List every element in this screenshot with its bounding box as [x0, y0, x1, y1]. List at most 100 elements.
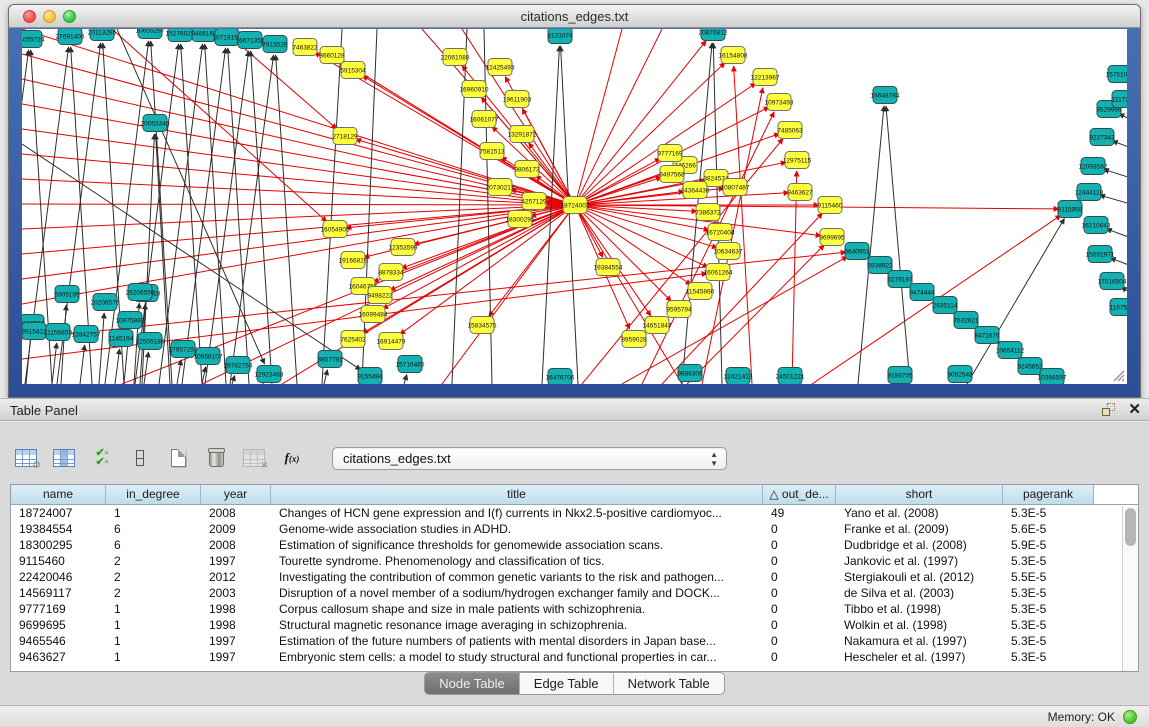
- citation-edge-black[interactable]: [967, 218, 1064, 384]
- table-row[interactable]: 1456911722003Disruption of a novel membe…: [11, 585, 1138, 601]
- graph-node[interactable]: 16099484: [359, 306, 388, 323]
- citation-edge-black[interactable]: [561, 46, 578, 384]
- cell-in-degree[interactable]: 2: [106, 569, 201, 585]
- citation-edge-black[interactable]: [26, 334, 31, 384]
- graph-node[interactable]: 9463627: [787, 184, 813, 201]
- graph-node[interactable]: 7815526: [262, 36, 288, 53]
- tab-node-table[interactable]: Node Table: [425, 673, 520, 694]
- graph-node[interactable]: 9497568: [659, 166, 685, 183]
- graph-node[interactable]: 2935114: [933, 297, 958, 314]
- graph-node[interactable]: 17016504: [1098, 273, 1127, 290]
- cell-short[interactable]: Wolkin et al. (1998): [836, 617, 1003, 633]
- graph-node[interactable]: 9186705: [887, 367, 913, 384]
- citation-network-graph[interactable]: 1872400724055724276914062011328510655287…: [22, 29, 1127, 384]
- graph-node[interactable]: 12505185: [136, 333, 165, 350]
- column-header-pagerank[interactable]: pagerank: [1003, 485, 1094, 504]
- cell-pagerank[interactable]: 5.9E-5: [1003, 537, 1094, 553]
- cell-out-de-[interactable]: 0: [763, 521, 836, 537]
- cell-name[interactable]: 22420046: [11, 569, 106, 585]
- graph-node[interactable]: 16960910: [460, 81, 489, 98]
- graph-node[interactable]: 9474444: [909, 284, 935, 301]
- graph-node[interactable]: 8471676: [974, 327, 1000, 344]
- cell-in-degree[interactable]: 2: [106, 585, 201, 601]
- cell-name[interactable]: 9465546: [11, 633, 106, 649]
- new-column-button[interactable]: [166, 447, 190, 469]
- table-row[interactable]: 1938455462009Genome-wide association stu…: [11, 521, 1138, 537]
- cell-out-de-[interactable]: 0: [763, 585, 836, 601]
- graph-node[interactable]: 7625402: [340, 331, 366, 348]
- cell-short[interactable]: Stergiakouli et al. (2012): [836, 569, 1003, 585]
- graph-node[interactable]: 19611903: [503, 91, 532, 108]
- graph-node[interactable]: 10655287: [136, 29, 165, 39]
- cell-pagerank[interactable]: 5.3E-5: [1003, 617, 1094, 633]
- graph-node[interactable]: 12093582: [1079, 158, 1108, 175]
- graph-node[interactable]: 8115958: [1058, 201, 1083, 218]
- cell-name[interactable]: 9463627: [11, 649, 106, 665]
- row-height-button[interactable]: [128, 447, 152, 469]
- cell-out-de-[interactable]: 0: [763, 553, 836, 569]
- cell-pagerank[interactable]: 5.5E-5: [1003, 569, 1094, 585]
- cell-name[interactable]: 18724007: [11, 505, 106, 521]
- cell-in-degree[interactable]: 6: [106, 537, 201, 553]
- close-panel-icon[interactable]: ✕: [1128, 402, 1141, 417]
- cell-in-degree[interactable]: 1: [106, 601, 201, 617]
- graph-node[interactable]: 9245652: [1017, 358, 1043, 375]
- graph-node[interactable]: 13291872: [508, 126, 537, 143]
- citation-edge-red[interactable]: [581, 41, 707, 198]
- graph-node[interactable]: 1117333: [1112, 91, 1127, 108]
- graph-node[interactable]: 4257129: [521, 193, 547, 210]
- table-row[interactable]: 946554611997Estimation of the future num…: [11, 633, 1138, 649]
- graph-node[interactable]: 19166825: [339, 252, 368, 269]
- graph-node[interactable]: 16061077: [470, 111, 499, 128]
- graph-node[interactable]: 18724007: [561, 197, 590, 214]
- cell-pagerank[interactable]: 5.3E-5: [1003, 553, 1094, 569]
- graph-node[interactable]: 9155494: [357, 368, 383, 385]
- graph-node[interactable]: 7632621: [953, 312, 979, 329]
- graph-node[interactable]: 18300295: [506, 211, 535, 228]
- graph-node[interactable]: 5938922: [867, 257, 893, 274]
- graph-node[interactable]: 9092548: [947, 366, 973, 383]
- graph-node[interactable]: 12213967: [751, 69, 780, 86]
- graph-node[interactable]: 16671355: [236, 32, 265, 49]
- citation-edge-black[interactable]: [1100, 195, 1127, 205]
- graph-node[interactable]: 12923468: [255, 366, 284, 383]
- graph-node[interactable]: 5905195: [54, 286, 80, 303]
- cell-title[interactable]: Embryonic stem cells: a model to study s…: [271, 649, 763, 665]
- graph-node[interactable]: 22061088: [441, 49, 470, 66]
- graph-node[interactable]: 7463822: [292, 39, 318, 56]
- cell-short[interactable]: de Silva et al. (2003): [836, 585, 1003, 601]
- cell-short[interactable]: Nakamura et al. (1997): [836, 633, 1003, 649]
- citation-edge-black[interactable]: [251, 51, 272, 384]
- graph-node[interactable]: 7485063: [777, 122, 803, 139]
- cell-title[interactable]: Corpus callosum shape and size in male p…: [271, 601, 763, 617]
- cell-short[interactable]: Hescheler et al. (1997): [836, 649, 1003, 665]
- cell-title[interactable]: Structural magnetic resonance image aver…: [271, 617, 763, 633]
- cell-pagerank[interactable]: 5.3E-5: [1003, 601, 1094, 617]
- graph-node[interactable]: 24501221: [776, 368, 805, 385]
- graph-node[interactable]: 20876812: [699, 29, 728, 41]
- citation-edge-black[interactable]: [205, 51, 249, 384]
- table-select[interactable]: citations_edges.txt ▲▼: [332, 447, 727, 470]
- cell-pagerank[interactable]: 5.3E-5: [1003, 585, 1094, 601]
- cell-title[interactable]: Estimation of significance thresholds fo…: [271, 537, 763, 553]
- citation-edge-black[interactable]: [322, 29, 342, 384]
- graph-node[interactable]: 15751074: [1106, 66, 1127, 83]
- cell-pagerank[interactable]: 5.3E-5: [1003, 505, 1094, 521]
- graph-node[interactable]: 24055724: [22, 31, 45, 48]
- citation-edge-red[interactable]: [579, 29, 662, 197]
- graph-node[interactable]: 16061264: [704, 264, 733, 281]
- graph-node[interactable]: 16054905: [321, 221, 350, 238]
- citation-edge-black[interactable]: [177, 360, 181, 384]
- table-mode-button[interactable]: ⚙: [14, 447, 38, 469]
- graph-node[interactable]: 10973493: [765, 94, 794, 111]
- cell-year[interactable]: 2008: [201, 537, 271, 553]
- graph-node[interactable]: 20206576: [91, 294, 120, 311]
- graph-node[interactable]: 9640951: [844, 243, 870, 260]
- table-row[interactable]: 946362711997Embryonic stem cells: a mode…: [11, 649, 1138, 665]
- cell-in-degree[interactable]: 1: [106, 633, 201, 649]
- graph-node[interactable]: 19384554: [594, 259, 623, 276]
- table-row[interactable]: 1872400712008Changes of HCN gene express…: [11, 505, 1138, 521]
- cell-short[interactable]: Jankovic et al. (1997): [836, 553, 1003, 569]
- graph-node[interactable]: 11545860: [686, 283, 715, 300]
- graph-node[interactable]: 10366597: [1038, 369, 1067, 385]
